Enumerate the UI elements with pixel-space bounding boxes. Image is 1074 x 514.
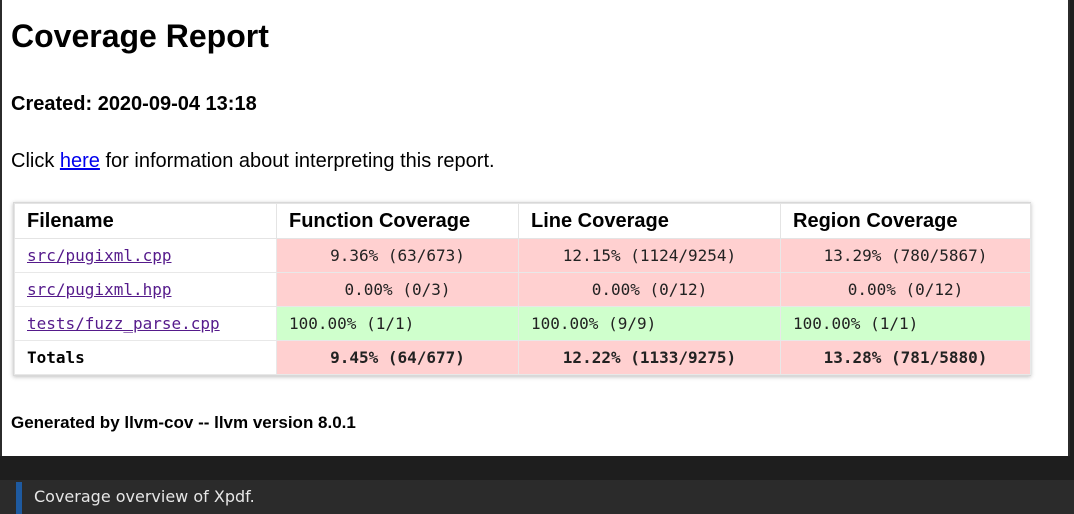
info-text: Click here for information about interpr… xyxy=(11,150,495,173)
info-suffix: for information about interpreting this … xyxy=(99,150,495,172)
info-prefix: Click xyxy=(11,150,60,172)
totals-line-coverage: 12.22% (1133/9275) xyxy=(518,340,781,375)
header-region-coverage: Region Coverage xyxy=(780,203,1031,239)
line-coverage-cell: 12.15% (1124/9254) xyxy=(518,238,781,273)
table-row: src/pugixml.hpp 0.00% (0/3) 0.00% (0/12)… xyxy=(14,272,1031,307)
caption-text: Coverage overview of Xpdf. xyxy=(34,487,255,506)
totals-row: Totals 9.45% (64/677) 12.22% (1133/9275)… xyxy=(14,340,1031,375)
totals-function-coverage: 9.45% (64/677) xyxy=(276,340,519,375)
filename-cell: src/pugixml.cpp xyxy=(14,238,277,273)
function-coverage-cell: 100.00% (1/1) xyxy=(276,306,519,341)
file-link[interactable]: tests/fuzz_parse.cpp xyxy=(27,314,220,333)
function-coverage-cell: 0.00% (0/3) xyxy=(276,272,519,307)
line-coverage-cell: 0.00% (0/12) xyxy=(518,272,781,307)
file-link[interactable]: src/pugixml.cpp xyxy=(27,246,172,265)
region-coverage-cell: 100.00% (1/1) xyxy=(780,306,1031,341)
table-row: src/pugixml.cpp 9.36% (63/673) 12.15% (1… xyxy=(14,238,1031,273)
table-header-row: Filename Function Coverage Line Coverage… xyxy=(14,203,1031,239)
page-title: Coverage Report xyxy=(11,18,269,54)
file-link[interactable]: src/pugixml.hpp xyxy=(27,280,172,299)
caption-accent-bar xyxy=(16,482,22,514)
image-caption: Coverage overview of Xpdf. xyxy=(0,480,1074,514)
line-coverage-cell: 100.00% (9/9) xyxy=(518,306,781,341)
coverage-table-container: Filename Function Coverage Line Coverage… xyxy=(13,202,1031,376)
generator-footer: Generated by llvm-cov -- llvm version 8.… xyxy=(11,413,356,432)
function-coverage-cell: 9.36% (63/673) xyxy=(276,238,519,273)
header-filename: Filename xyxy=(14,203,277,239)
filename-cell: src/pugixml.hpp xyxy=(14,272,277,307)
filename-cell: tests/fuzz_parse.cpp xyxy=(14,306,277,341)
help-link[interactable]: here xyxy=(60,150,100,172)
header-line-coverage: Line Coverage xyxy=(518,203,781,239)
region-coverage-cell: 0.00% (0/12) xyxy=(780,272,1031,307)
table-row: tests/fuzz_parse.cpp 100.00% (1/1) 100.0… xyxy=(14,306,1031,341)
coverage-report-page: Coverage Report Created: 2020-09-04 13:1… xyxy=(0,0,1070,456)
coverage-table: Filename Function Coverage Line Coverage… xyxy=(14,203,1031,375)
created-timestamp: Created: 2020-09-04 13:18 xyxy=(11,93,257,115)
header-function-coverage: Function Coverage xyxy=(276,203,519,239)
totals-label: Totals xyxy=(14,340,277,375)
region-coverage-cell: 13.29% (780/5867) xyxy=(780,238,1031,273)
totals-region-coverage: 13.28% (781/5880) xyxy=(780,340,1031,375)
